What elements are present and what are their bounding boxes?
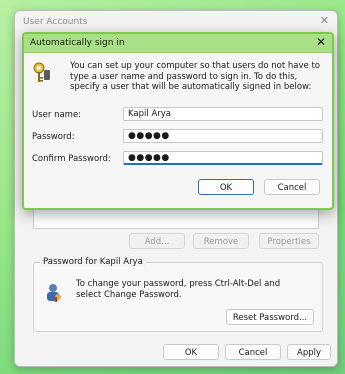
dialog-ok-button[interactable]: OK: [198, 179, 254, 195]
password-label: Password:: [32, 132, 75, 142]
username-field[interactable]: Kapil Arya: [123, 107, 323, 121]
dialog-titlebar: Automatically sign in ✕: [24, 34, 332, 53]
confirm-password-label: Confirm Password:: [32, 154, 111, 164]
group-title: Password for Kapil Arya: [40, 257, 146, 267]
keys-icon: [33, 62, 50, 82]
close-icon[interactable]: ✕: [316, 35, 326, 49]
username-label: User name:: [32, 110, 82, 120]
window-title: User Accounts: [23, 17, 88, 27]
autologon-dialog: Automatically sign in ✕ You can set up y…: [22, 32, 334, 210]
remove-button[interactable]: Remove: [193, 233, 249, 249]
ok-button[interactable]: OK: [163, 344, 219, 360]
close-icon[interactable]: ✕: [320, 14, 329, 27]
reset-password-button[interactable]: Reset Password...: [226, 309, 314, 325]
dialog-title: Automatically sign in: [30, 38, 125, 48]
dialog-description: You can set up your computer so that use…: [70, 61, 320, 92]
cancel-button[interactable]: Cancel: [225, 344, 281, 360]
group-description: To change your password, press Ctrl-Alt-…: [76, 279, 281, 300]
users-icon: [47, 284, 61, 302]
password-field[interactable]: ●●●●●: [123, 129, 323, 143]
password-group: Password for Kapil Arya To change your p…: [33, 257, 323, 332]
confirm-password-field[interactable]: ●●●●●: [123, 151, 323, 165]
add-button[interactable]: Add...: [129, 233, 185, 249]
apply-button[interactable]: Apply: [287, 344, 331, 360]
properties-button[interactable]: Properties: [259, 233, 319, 249]
dialog-cancel-button[interactable]: Cancel: [264, 179, 320, 195]
